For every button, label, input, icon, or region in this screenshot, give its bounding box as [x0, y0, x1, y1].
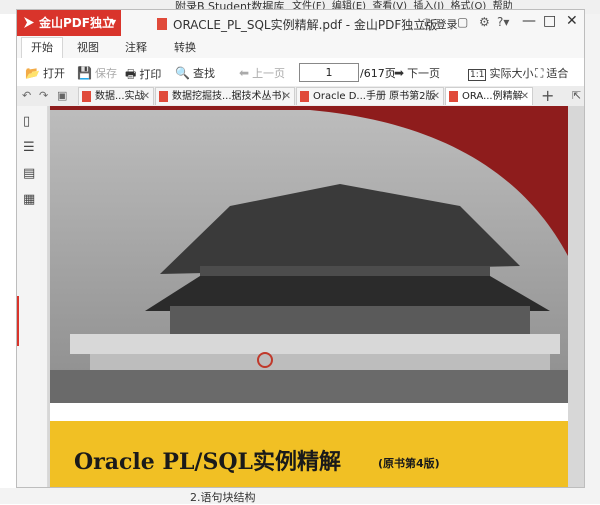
doc-tab[interactable]: 数据挖掘技...据技术丛书) ✕ [155, 87, 295, 105]
prev-page-label: 上一页 [252, 67, 286, 80]
open-button[interactable]: 📂 打开 [25, 65, 65, 81]
close-tab-icon[interactable]: ✕ [521, 88, 529, 105]
pdf-file-icon [449, 91, 458, 102]
maximize-icon[interactable]: □ [543, 13, 556, 29]
next-page-label: 下一页 [407, 67, 441, 80]
background-app-right-strip [585, 14, 600, 504]
tab-home[interactable]: 开始 [21, 37, 63, 58]
close-icon[interactable]: ✕ [566, 13, 578, 29]
doc-tab-active[interactable]: ORA...例精解 ✕ [445, 87, 533, 105]
print-label: 打印 [139, 68, 162, 81]
folder-icon: 📂 [25, 66, 40, 80]
print-button[interactable]: 🖶 打印 [125, 65, 161, 86]
page-number-input[interactable]: 1 [299, 63, 359, 82]
doc-tab[interactable]: 数据...实战 ✕ [78, 87, 154, 105]
document-viewer[interactable]: Oracle PL/SQL实例精解 (原书第4版) ▲ [48, 106, 584, 487]
actual-size-icon: 1:1 [468, 69, 487, 81]
quick-save-icon[interactable]: ▣ [57, 89, 67, 102]
find-button[interactable]: 🔍 查找 [175, 65, 215, 81]
doc-tab[interactable]: Oracle D...手册 原书第2版 ✕ [296, 87, 444, 105]
app-logo-icon [24, 17, 34, 28]
redo-icon[interactable]: ↷ [39, 89, 48, 102]
prev-page-button[interactable]: ⬅ 上一页 [239, 65, 285, 81]
toolbar: 📂 打开 💾 保存 🖶 打印 🔍 查找 ⬅ 上一页 1 /617页 ➡ 下一页 1:1 实际大… [17, 58, 584, 87]
user-icon: ⓤ [421, 18, 432, 31]
open-label: 打开 [42, 67, 65, 80]
fit-label: 适合 [546, 67, 569, 80]
printer-icon: 🖶 [125, 67, 137, 81]
add-tab-icon[interactable]: + [541, 86, 554, 106]
doc-tab-label: 数据...实战 [95, 91, 145, 102]
cover-photo [50, 106, 568, 403]
actual-size-button[interactable]: 1:1 实际大小 [468, 65, 533, 81]
thumbnail-icon[interactable]: ▦ [23, 192, 35, 207]
close-tab-icon[interactable]: ✕ [283, 88, 291, 105]
doc-tab-label: Oracle D...手册 原书第2版 [313, 91, 436, 102]
next-page-button[interactable]: ➡ 下一页 [394, 65, 440, 81]
pdf-file-icon [159, 91, 168, 102]
bookmark-icon[interactable]: ▯ [23, 114, 30, 129]
document-tabs-bar: ↶ ↷ ▣ 数据...实战 ✕ 数据挖掘技...据技术丛书) ✕ Oracle D.… [17, 86, 584, 107]
background-bottom-text: 2.语句块结构 [190, 491, 256, 504]
tab-convert[interactable]: 转换 [174, 39, 196, 55]
login-button[interactable]: ⓤ 登录 [421, 16, 458, 32]
chevron-down-icon: ▼ [110, 18, 117, 27]
save-icon: 💾 [77, 66, 92, 80]
save-button[interactable]: 💾 保存 [77, 65, 117, 81]
book-edition: (原书第4版) [378, 457, 440, 470]
tab-view[interactable]: 视图 [77, 39, 99, 55]
outline-list-icon[interactable]: ☰ [23, 140, 35, 155]
pdf-file-icon [300, 91, 309, 102]
page-total: /617页 [360, 67, 396, 80]
comment-icon[interactable]: ▤ [23, 166, 35, 181]
window-title: ORACLE_PL_SQL实例精解.pdf - 金山PDF独立版 [157, 16, 437, 33]
book-title: Oracle PL/SQL实例精解 [74, 449, 341, 475]
doc-tab-label: 数据挖掘技...据技术丛书) [172, 91, 286, 102]
save-label: 保存 [94, 67, 117, 80]
minimize-icon[interactable]: — [522, 13, 536, 29]
skin-icon[interactable]: ▢ [457, 15, 468, 29]
app-menu-button[interactable]: 金山PDF独立版 ▼ [17, 10, 121, 56]
ribbon-tabs: 开始 视图 注释 转换 [17, 36, 584, 59]
help-icon[interactable]: ?▾ [497, 15, 509, 29]
pdf-file-icon [82, 91, 91, 102]
undo-icon[interactable]: ↶ [22, 89, 31, 102]
background-app-bottom: 2.语句块结构 [0, 488, 600, 504]
login-label: 登录 [435, 18, 458, 31]
title-bar: 金山PDF独立版 ▼ ORACLE_PL_SQL实例精解.pdf - 金山PDF… [17, 10, 584, 56]
close-tab-icon[interactable]: ✕ [432, 88, 440, 105]
pdf-page: Oracle PL/SQL实例精解 (原书第4版) [50, 106, 568, 487]
pdf-file-icon [157, 18, 167, 30]
arrow-left-icon: ⬅ [239, 66, 250, 80]
close-tab-icon[interactable]: ✕ [142, 88, 150, 105]
left-sidebar: ▯ ☰ ▤ ▦ [17, 106, 48, 487]
fit-button[interactable]: ⛶ 适合 [535, 65, 568, 81]
arrow-right-icon: ➡ [394, 66, 405, 80]
actual-size-label: 实际大小 [489, 67, 534, 80]
search-icon: 🔍 [175, 66, 190, 80]
cover-photo-graphic [50, 106, 568, 403]
find-label: 查找 [192, 67, 215, 80]
window-title-text: ORACLE_PL_SQL实例精解.pdf - 金山PDF独立版 [173, 18, 438, 32]
gear-icon[interactable]: ⚙ [479, 15, 490, 29]
fit-icon: ⛶ [535, 66, 544, 80]
pin-icon[interactable]: ⇱ [572, 89, 581, 102]
doc-tab-label: ORA...例精解 [462, 91, 523, 102]
tab-annotate[interactable]: 注释 [125, 39, 147, 55]
sidebar-collapse-handle[interactable] [17, 296, 19, 346]
pdf-reader-window: 金山PDF独立版 ▼ ORACLE_PL_SQL实例精解.pdf - 金山PDF… [16, 9, 585, 488]
